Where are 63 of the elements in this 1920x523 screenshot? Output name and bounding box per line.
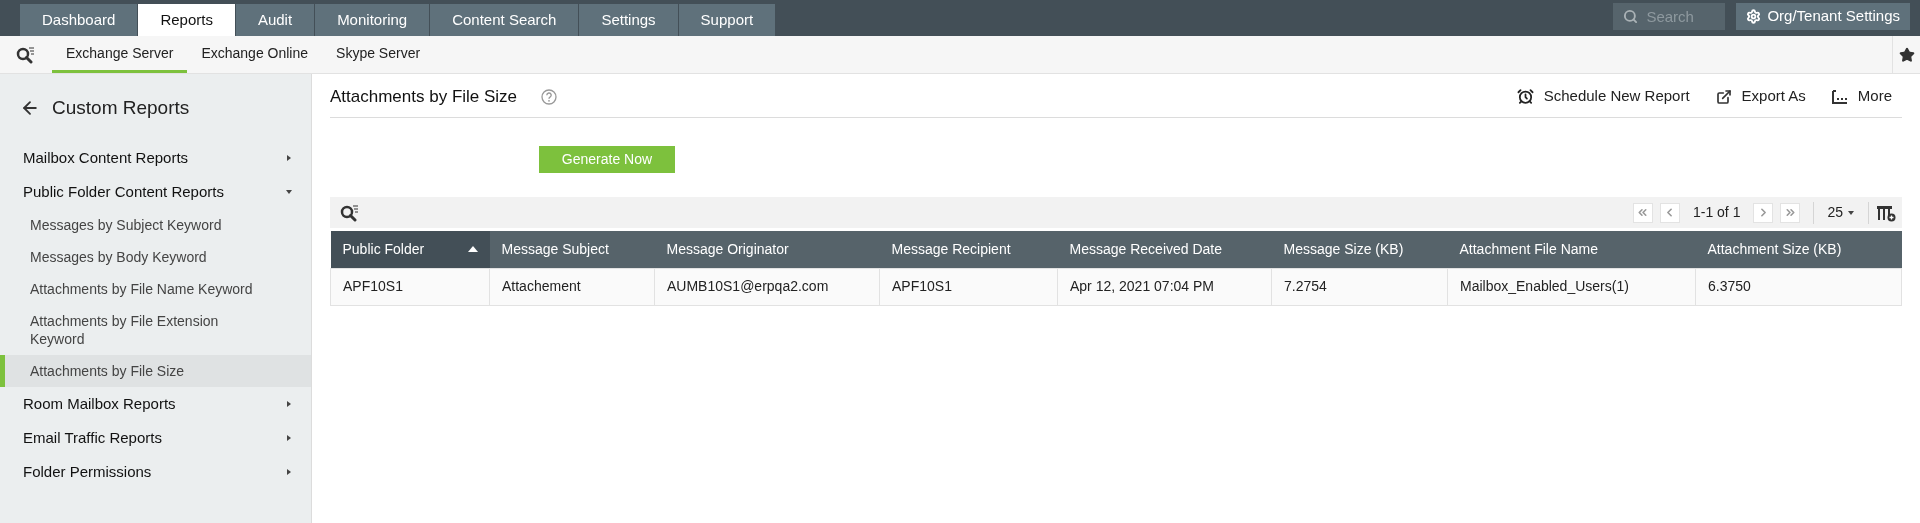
sort-up-icon: [467, 246, 478, 253]
nav-tab[interactable]: Reports: [138, 4, 235, 36]
caret-down-icon: [285, 188, 293, 196]
nav-tab[interactable]: Content Search: [430, 4, 579, 36]
nav-tab[interactable]: Monitoring: [315, 4, 430, 36]
toolbar-action[interactable]: Export As: [1715, 85, 1806, 108]
search-field[interactable]: Search: [1613, 2, 1726, 30]
first-page-icon[interactable]: [1632, 202, 1653, 223]
report-title: Attachments by File Size: [330, 85, 518, 108]
sidebar-item[interactable]: Messages by Body Keyword: [0, 241, 311, 273]
sidebar-item[interactable]: Attachments by File Size: [0, 355, 311, 387]
sub-nav-tab[interactable]: Skype Server: [322, 36, 435, 73]
column-header[interactable]: Attachment File Name: [1447, 231, 1696, 268]
last-page-icon[interactable]: [1780, 202, 1801, 223]
table-cell: 7.2754: [1271, 268, 1448, 305]
sidebar-item[interactable]: Attachments by File Extension Keyword: [0, 305, 311, 355]
sidebar-title: Custom Reports: [52, 95, 190, 120]
settings-icon: [1746, 8, 1762, 24]
sidebar-group[interactable]: Mailbox Content Reports: [0, 141, 311, 175]
caret-right-icon: [285, 154, 293, 162]
nav-tab[interactable]: Dashboard: [20, 4, 138, 36]
table-cell: 6.3750: [1695, 268, 1902, 305]
column-header[interactable]: Public Folder: [330, 231, 490, 268]
column-header[interactable]: Message Size (KB): [1271, 231, 1448, 268]
page-size-dropdown[interactable]: 25: [1821, 202, 1861, 223]
sidebar-group[interactable]: Folder Permissions: [0, 455, 311, 489]
sub-nav-tab[interactable]: Exchange Online: [187, 36, 323, 73]
more-icon: [1831, 89, 1848, 104]
table-cell: APF10S1: [330, 268, 490, 305]
table-search-icon[interactable]: [340, 203, 360, 222]
alarm-clock-icon: [1516, 88, 1534, 105]
column-header[interactable]: Message Recipient: [879, 231, 1058, 268]
nav-tab[interactable]: Audit: [235, 4, 315, 36]
table-cell: AUMB10S1@erpqa2.com: [654, 268, 880, 305]
export-icon: [1715, 88, 1732, 105]
table-cell: Attachement: [489, 268, 655, 305]
sidebar-item[interactable]: Messages by Subject Keyword: [0, 209, 311, 241]
toolbar-action[interactable]: Schedule New Report: [1516, 85, 1690, 108]
settings-button[interactable]: Org/Tenant Settings: [1736, 2, 1910, 30]
nav-tab[interactable]: Support: [678, 4, 776, 36]
nav-tab[interactable]: Settings: [579, 4, 678, 36]
table-cell: APF10S1: [879, 268, 1058, 305]
column-header[interactable]: Message Subject: [489, 231, 655, 268]
help-icon[interactable]: [541, 88, 558, 105]
caret-down-icon: [1847, 208, 1855, 217]
table-cell: Apr 12, 2021 07:04 PM: [1057, 268, 1272, 305]
column-header[interactable]: Message Originator: [654, 231, 880, 268]
page-range: 1-1 of 1: [1691, 203, 1742, 222]
search-filter-icon[interactable]: [16, 45, 36, 64]
column-header[interactable]: Message Received Date: [1057, 231, 1272, 268]
sidebar-group[interactable]: Room Mailbox Reports: [0, 387, 311, 421]
sidebar-item[interactable]: Attachments by File Name Keyword: [0, 273, 311, 305]
search-icon: [1623, 8, 1639, 24]
caret-right-icon: [285, 400, 293, 408]
sidebar-group[interactable]: Public Folder Content Reports: [0, 175, 311, 209]
star-icon: [1898, 46, 1915, 63]
column-settings-icon[interactable]: [1876, 203, 1896, 222]
caret-right-icon: [285, 468, 293, 476]
caret-right-icon: [285, 434, 293, 442]
table-cell: Mailbox_Enabled_Users(1): [1447, 268, 1696, 305]
toolbar-action[interactable]: More: [1831, 85, 1892, 108]
column-header[interactable]: Attachment Size (KB): [1695, 231, 1902, 268]
sidebar-group[interactable]: Email Traffic Reports: [0, 421, 311, 455]
